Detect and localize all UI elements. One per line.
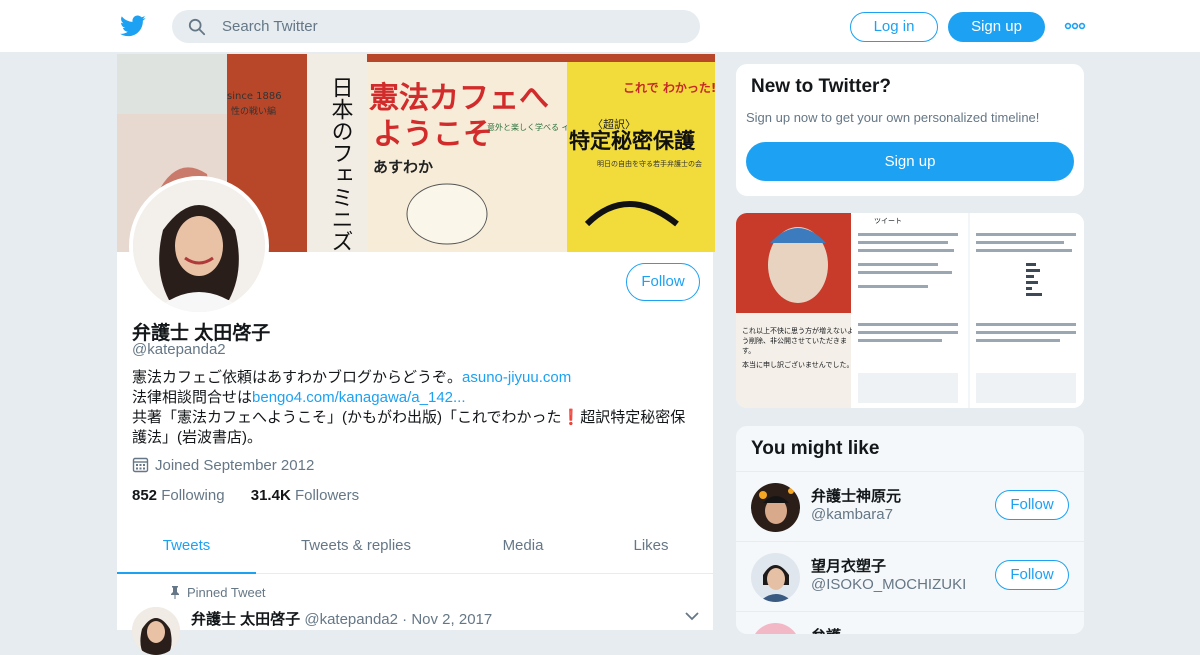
- tweet-author-name[interactable]: 弁護士 太田啓子: [191, 611, 300, 628]
- profile-card: since 1886 性の戦い編 日本のフェミニズム 憲法カフェへ ようこそ 意…: [116, 54, 715, 655]
- top-navigation-bar: Log in Sign up: [0, 0, 1200, 53]
- pin-icon: [171, 586, 179, 599]
- tab-media[interactable]: Media: [477, 522, 569, 574]
- bio-link-asuno-jiyuu[interactable]: asuno-jiyuu.com: [462, 369, 571, 386]
- chevron-down-icon[interactable]: [684, 608, 700, 624]
- banner-book3-title1: 憲法カフェへ: [369, 81, 549, 116]
- you-might-like-card: You might like 弁護士神原元 @kambara7 Follow 望…: [735, 425, 1085, 635]
- new-to-twitter-title: New to Twitter?: [751, 76, 892, 97]
- you-might-like-title: You might like: [751, 438, 880, 459]
- banner-book3-title2: ようこそ: [373, 117, 493, 152]
- bio-text-line1: 憲法カフェご依頼はあすわかブログからどうぞ。: [132, 369, 463, 386]
- bio-text-line2: 法律相談問合せは: [132, 389, 253, 406]
- tweet-header: 弁護士 太田啓子 @katepanda2 · Nov 2, 2017: [191, 608, 492, 629]
- suggested-user-follow-button[interactable]: Follow: [995, 560, 1069, 590]
- banner-book4-title: 特定秘密保護: [569, 129, 696, 153]
- banner-book1-sub: 性の戦い編: [231, 105, 276, 117]
- suggested-user-row[interactable]: 弁護士神原元 @kambara7 Follow: [736, 471, 1084, 541]
- suggested-user-avatar[interactable]: [751, 553, 800, 602]
- twitter-bird-icon[interactable]: [120, 13, 146, 39]
- tab-tweets-and-replies[interactable]: Tweets & replies: [287, 522, 425, 574]
- pinned-text: Pinned Tweet: [187, 585, 266, 600]
- suggested-user-row[interactable]: 望月衣塑子 @ISOKO_MOCHIZUKI Follow: [736, 541, 1084, 611]
- sign-up-large-button[interactable]: Sign up: [746, 142, 1074, 181]
- banner-book4-top: これで わかった!: [623, 81, 715, 95]
- pinned-tweet-label: Pinned Tweet: [169, 585, 266, 600]
- bio-text-line3b: 超訳特定秘密保: [580, 409, 686, 426]
- bio-link-bengo4[interactable]: bengo4.com/kanagawa/a_142...: [252, 389, 466, 406]
- joined-date: Joined September 2012: [132, 456, 314, 474]
- banner-book4-sub: 明日の自由を守る若手弁護士の会: [597, 159, 702, 168]
- profile-bio: 憲法カフェご依頼はあすわかブログからどうぞ。asuno-jiyuu.com 法律…: [132, 368, 704, 448]
- suggested-user-avatar[interactable]: [751, 623, 800, 635]
- search-input[interactable]: [222, 10, 682, 43]
- log-in-button[interactable]: Log in: [850, 12, 938, 42]
- media-thumb-2-heading: ツイート: [874, 217, 902, 225]
- suggested-user-name[interactable]: 弁護: [811, 625, 841, 634]
- banner-book1-small: since 1886: [227, 91, 282, 102]
- bio-text-line4: 護法」(岩波書店)。: [132, 429, 262, 446]
- suggested-user-follow-button[interactable]: Follow: [995, 490, 1069, 520]
- tab-likes[interactable]: Likes: [617, 522, 685, 574]
- banner-book2-vertical: 日本のフェミニズム: [328, 76, 354, 252]
- suggested-user-name[interactable]: 望月衣塑子: [811, 555, 886, 576]
- suggested-user-avatar[interactable]: [751, 483, 800, 532]
- joined-text: Joined September 2012: [155, 457, 315, 474]
- suggested-user-handle: @kambara7: [811, 506, 893, 523]
- follow-button[interactable]: Follow: [626, 263, 700, 301]
- following-label: Following: [161, 487, 225, 504]
- profile-tabs: Tweets Tweets & replies Media Likes: [117, 522, 715, 574]
- profile-stats: 852 Following 31.4K Followers: [132, 487, 381, 504]
- search-box[interactable]: [172, 10, 700, 43]
- profile-handle: @katepanda2: [132, 341, 226, 358]
- followers-label: Followers: [294, 487, 360, 504]
- tweet-author-avatar[interactable]: [132, 607, 180, 655]
- search-icon: [188, 18, 206, 36]
- tweet-author-handle[interactable]: @katepanda2: [304, 611, 398, 628]
- media-grid[interactable]: これ以上不快に思う方が増えないよ う削除、非公開させていただきま す。 本当に申…: [736, 213, 1085, 409]
- profile-avatar[interactable]: [129, 176, 269, 316]
- suggested-user-row[interactable]: 弁護: [736, 611, 1084, 635]
- following-count: 852: [132, 487, 158, 504]
- sign-up-button[interactable]: Sign up: [948, 12, 1045, 42]
- more-dots-icon[interactable]: [1064, 18, 1086, 34]
- bio-text-line3a: 共著「憲法カフェへようこそ」(かもがわ出版)「これでわかった: [132, 409, 562, 426]
- followers-stat[interactable]: 31.4K Followers: [251, 487, 359, 504]
- banner-book3-author: あすわか: [373, 158, 433, 176]
- exclamation-emoji-icon: ❗: [561, 409, 581, 426]
- new-to-twitter-card: New to Twitter? Sign up now to get your …: [735, 63, 1085, 197]
- tab-tweets[interactable]: Tweets: [117, 522, 256, 574]
- suggested-user-handle: @ISOKO_MOCHIZUKI: [811, 576, 967, 593]
- tweet-date[interactable]: Nov 2, 2017: [411, 611, 492, 628]
- followers-count: 31.4K: [250, 487, 291, 504]
- tweet-separator: ·: [402, 611, 408, 628]
- following-stat[interactable]: 852 Following: [132, 487, 225, 504]
- media-thumbnails-card: これ以上不快に思う方が増えないよ う削除、非公開させていただきま す。 本当に申…: [735, 212, 1085, 409]
- calendar-icon: [132, 457, 149, 473]
- new-to-twitter-subtitle: Sign up now to get your own personalized…: [746, 110, 1040, 125]
- suggested-user-name[interactable]: 弁護士神原元: [811, 485, 901, 506]
